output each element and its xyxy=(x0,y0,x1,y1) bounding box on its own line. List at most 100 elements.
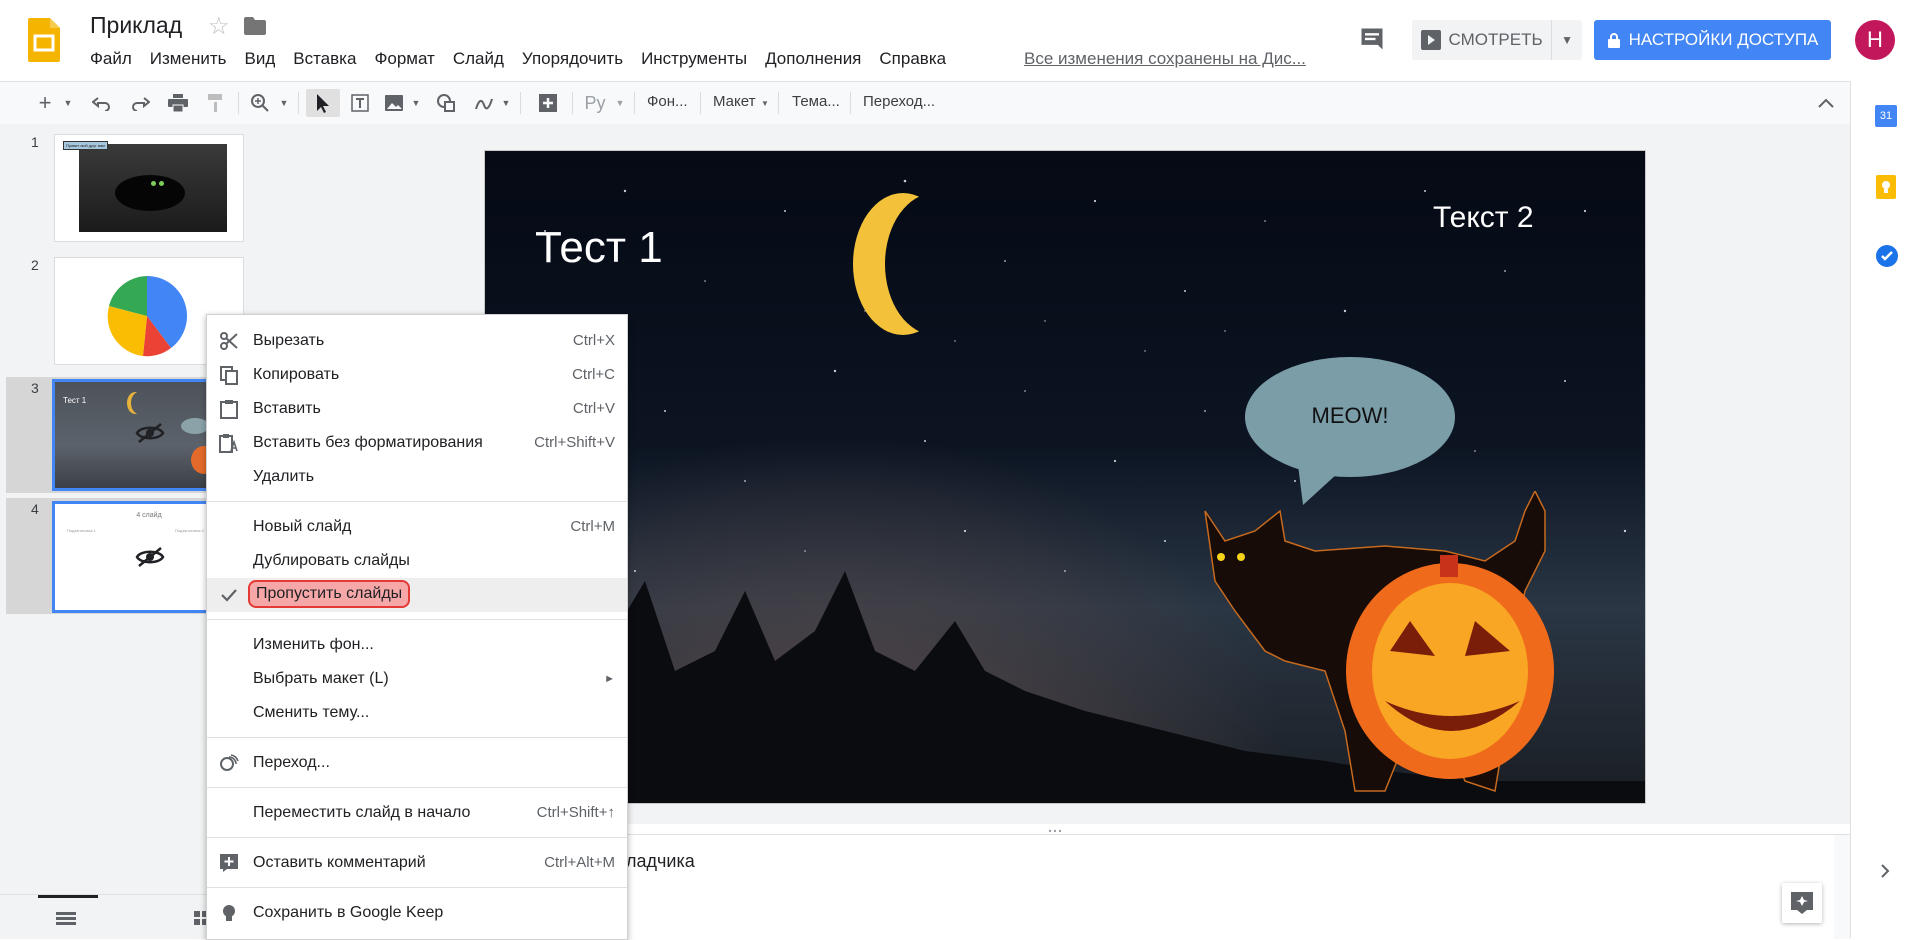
layout-dropdown-icon[interactable]: ▼ xyxy=(760,89,770,117)
moon-image[interactable] xyxy=(885,193,985,335)
star-icon[interactable]: ☆ xyxy=(208,12,230,41)
share-button[interactable]: НАСТРОЙКИ ДОСТУПА xyxy=(1594,20,1831,60)
slide-number: 1 xyxy=(31,134,39,150)
menu-item-delete[interactable]: Удалить xyxy=(207,460,627,494)
slide-number: 4 xyxy=(31,501,39,517)
add-comment-icon xyxy=(220,854,238,872)
menu-format[interactable]: Формат xyxy=(365,49,443,71)
shape-icon[interactable] xyxy=(432,89,460,117)
menu-item-cut[interactable]: Вырезать Ctrl+X xyxy=(207,324,627,358)
play-icon xyxy=(1420,30,1441,50)
menu-item-change-theme[interactable]: Сменить тему... xyxy=(207,696,627,730)
redo-icon[interactable] xyxy=(126,89,154,117)
moon-thumbnail xyxy=(131,392,147,414)
menu-separator xyxy=(207,737,627,738)
menu-file[interactable]: Файл xyxy=(90,49,141,71)
menu-slide[interactable]: Слайд xyxy=(444,49,513,71)
slide-text-2[interactable]: Текст 2 xyxy=(1433,201,1534,235)
paint-format-icon[interactable] xyxy=(202,89,230,117)
input-tools-dropdown-icon[interactable]: ▼ xyxy=(614,89,626,117)
undo-icon[interactable] xyxy=(88,89,116,117)
present-button[interactable]: СМОТРЕТЬ xyxy=(1412,20,1551,60)
tasks-icon[interactable] xyxy=(1875,244,1899,268)
menu-tools[interactable]: Инструменты xyxy=(632,49,756,71)
hidden-eye-icon xyxy=(135,547,165,567)
calendar-day: 31 xyxy=(1879,110,1893,122)
menu-bar: Файл Изменить Вид Вставка Формат Слайд У… xyxy=(90,49,955,71)
side-panel: 31 xyxy=(1850,81,1920,938)
input-tools-button[interactable]: Ру xyxy=(578,89,612,117)
text-box-icon[interactable] xyxy=(346,89,374,117)
slides-logo-icon[interactable] xyxy=(28,18,60,62)
menu-separator xyxy=(207,619,627,620)
menu-item-paste-plain[interactable]: Вставить без форматирования Ctrl+Shift+V xyxy=(207,426,627,460)
zoom-dropdown-icon[interactable]: ▼ xyxy=(278,89,290,117)
save-status-link[interactable]: Все изменения сохранены на Дис... xyxy=(1024,49,1306,69)
speech-bubble[interactable] xyxy=(1243,355,1457,505)
scissors-icon xyxy=(220,332,238,350)
menu-item-comment[interactable]: Оставить комментарий Ctrl+Alt+M xyxy=(207,846,627,880)
zoom-icon[interactable] xyxy=(246,89,274,117)
image-dropdown-icon[interactable]: ▼ xyxy=(410,89,422,117)
comments-icon[interactable] xyxy=(1358,25,1386,53)
menu-item-transition[interactable]: Переход... xyxy=(207,746,627,780)
line-dropdown-icon[interactable]: ▼ xyxy=(500,89,512,117)
menu-item-copy[interactable]: Копировать Ctrl+C xyxy=(207,358,627,392)
menu-addons[interactable]: Дополнения xyxy=(756,49,870,71)
menu-edit[interactable]: Изменить xyxy=(141,49,236,71)
slide-canvas[interactable]: Тест 1 Текст 2 MEOW! xyxy=(484,150,1646,804)
menu-item-duplicate-slides[interactable]: Дублировать слайды xyxy=(207,544,627,578)
menu-help[interactable]: Справка xyxy=(870,49,955,71)
new-slide-icon[interactable]: + xyxy=(30,89,60,117)
checkmark-icon xyxy=(221,589,237,602)
menu-item-save-to-keep[interactable]: Сохранить в Google Keep xyxy=(207,896,627,930)
print-icon[interactable] xyxy=(164,89,192,117)
menu-item-apply-layout[interactable]: Выбрать макет (L) ► xyxy=(207,662,627,696)
folder-icon[interactable] xyxy=(244,17,266,35)
lock-icon xyxy=(1607,33,1620,48)
keep-bulb-icon xyxy=(223,905,235,921)
collapse-toolbar-icon[interactable] xyxy=(1812,89,1840,117)
notes-scrollbar[interactable] xyxy=(1834,835,1850,939)
menu-item-move-to-start[interactable]: Переместить слайд в начало Ctrl+Shift+↑ xyxy=(207,796,627,830)
slide-number: 3 xyxy=(31,380,39,396)
document-title[interactable]: Приклад xyxy=(90,12,182,39)
menu-separator xyxy=(207,501,627,502)
keep-icon[interactable] xyxy=(1875,175,1897,199)
filmstrip-view-icon[interactable] xyxy=(56,912,76,926)
menu-item-skip-slides[interactable]: Пропустить слайды xyxy=(207,578,627,612)
add-comment-icon[interactable] xyxy=(534,89,562,117)
layout-button[interactable]: Макет xyxy=(713,93,755,110)
menu-arrange[interactable]: Упорядочить xyxy=(513,49,632,71)
expand-panel-icon[interactable] xyxy=(1879,863,1891,879)
copy-icon xyxy=(220,366,238,385)
select-cursor-icon[interactable] xyxy=(306,89,340,117)
menu-separator xyxy=(207,837,627,838)
skip-slides-label: Пропустить слайды xyxy=(248,580,411,608)
menu-item-paste[interactable]: Вставить Ctrl+V xyxy=(207,392,627,426)
calendar-icon[interactable]: 31 xyxy=(1875,105,1897,127)
pie-chart-thumbnail xyxy=(107,276,187,357)
app-header: Приклад ☆ Файл Изменить Вид Вставка Форм… xyxy=(0,0,1920,81)
cat-pumpkin-image[interactable] xyxy=(1185,491,1605,803)
slide-title[interactable]: Тест 1 xyxy=(535,223,663,273)
menu-view[interactable]: Вид xyxy=(235,49,284,71)
slide-thumbnail-1[interactable]: Привет мой друг вам xyxy=(54,134,244,242)
theme-button[interactable]: Тема... xyxy=(792,93,840,110)
toolbar: + ▼ ▼ ▼ ▼ Ру ▼ Фон... Макет ▼ Тема... Пе… xyxy=(0,81,1850,125)
background-button[interactable]: Фон... xyxy=(647,93,688,110)
explore-icon xyxy=(1791,892,1813,914)
line-icon[interactable] xyxy=(470,89,498,117)
image-icon[interactable] xyxy=(380,89,408,117)
explore-button[interactable] xyxy=(1782,883,1822,923)
resize-handle-icon[interactable] xyxy=(1048,829,1062,833)
menu-item-new-slide[interactable]: Новый слайд Ctrl+M xyxy=(207,510,627,544)
new-slide-dropdown-icon[interactable]: ▼ xyxy=(62,89,74,117)
transition-button[interactable]: Переход... xyxy=(863,93,935,110)
account-avatar[interactable]: Н xyxy=(1855,20,1895,60)
menu-item-change-background[interactable]: Изменить фон... xyxy=(207,628,627,662)
present-dropdown-button[interactable]: ▼ xyxy=(1551,20,1582,60)
menu-insert[interactable]: Вставка xyxy=(284,49,365,71)
share-label: НАСТРОЙКИ ДОСТУПА xyxy=(1628,30,1819,49)
context-menu: Вырезать Ctrl+X Копировать Ctrl+C Встави… xyxy=(206,314,628,940)
